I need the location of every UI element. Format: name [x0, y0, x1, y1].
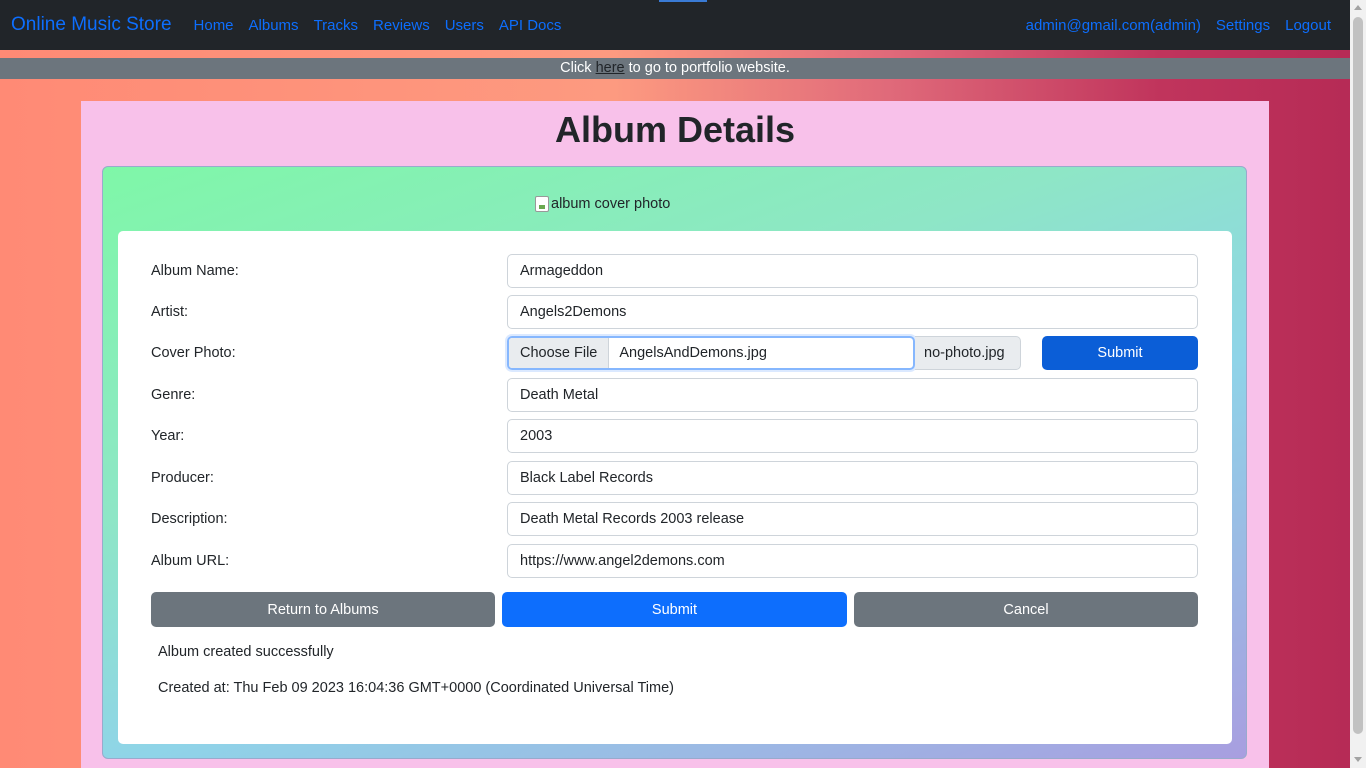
producer-input[interactable]	[507, 461, 1198, 495]
scrollbar-thumb[interactable]	[1353, 17, 1363, 734]
settings-link[interactable]: Settings	[1216, 17, 1270, 34]
current-cover-filename: no-photo.jpg	[915, 336, 1021, 370]
vertical-scrollbar[interactable]	[1350, 0, 1366, 768]
album-name-row: Album Name:	[151, 254, 1199, 288]
album-cover-image: album cover photo	[535, 196, 670, 212]
producer-label: Producer:	[151, 470, 214, 486]
description-label: Description:	[151, 511, 228, 527]
artist-row: Artist:	[151, 295, 1199, 329]
nav-api-docs-link[interactable]: API Docs	[499, 17, 562, 34]
nav-users-link[interactable]: Users	[445, 17, 484, 34]
nav-home-link[interactable]: Home	[194, 17, 234, 34]
album-url-input[interactable]	[507, 544, 1198, 578]
brand-link[interactable]: Online Music Store	[11, 14, 172, 36]
album-card: album cover photo Album Name: Artist: Co…	[102, 166, 1247, 759]
portfolio-banner: Click here to go to portfolio website.	[0, 58, 1350, 79]
album-details-page: Album Details album cover photo Album Na…	[81, 101, 1269, 768]
album-name-input[interactable]	[507, 254, 1198, 288]
cancel-button[interactable]: Cancel	[854, 592, 1198, 627]
album-url-label: Album URL:	[151, 553, 230, 569]
cover-photo-file-input[interactable]: Choose File AngelsAndDemons.jpg	[507, 336, 915, 370]
description-input[interactable]	[507, 502, 1198, 536]
year-label: Year:	[151, 428, 185, 444]
nav-right-group: admin@gmail.com(admin) Settings Logout	[1011, 17, 1350, 34]
producer-row: Producer:	[151, 461, 1199, 495]
top-navbar: Online Music Store Home Albums Tracks Re…	[0, 0, 1350, 50]
artist-label: Artist:	[151, 304, 189, 320]
genre-input[interactable]	[507, 378, 1198, 412]
year-input[interactable]	[507, 419, 1198, 453]
cover-photo-label: Cover Photo:	[151, 345, 236, 361]
album-url-row: Album URL:	[151, 544, 1199, 578]
nav-albums-link[interactable]: Albums	[249, 17, 299, 34]
cover-photo-row: Cover Photo: Choose File AngelsAndDemons…	[151, 336, 1199, 370]
nav-active-indicator	[659, 0, 707, 2]
year-row: Year:	[151, 419, 1199, 453]
user-account-link[interactable]: admin@gmail.com(admin)	[1026, 17, 1201, 34]
genre-row: Genre:	[151, 378, 1199, 412]
return-to-albums-button[interactable]: Return to Albums	[151, 592, 495, 627]
scroll-down-arrow-icon[interactable]	[1354, 757, 1362, 762]
nav-tracks-link[interactable]: Tracks	[314, 17, 358, 34]
banner-prefix: Click	[560, 60, 596, 76]
genre-label: Genre:	[151, 387, 196, 403]
submit-button[interactable]: Submit	[502, 592, 847, 627]
created-at-text: Created at: Thu Feb 09 2023 16:04:36 GMT…	[158, 680, 674, 696]
nav-reviews-link[interactable]: Reviews	[373, 17, 430, 34]
album-form: Album Name: Artist: Cover Photo: Choose …	[118, 231, 1232, 744]
broken-image-icon	[535, 196, 549, 212]
banner-suffix: to go to portfolio website.	[624, 60, 790, 76]
artist-input[interactable]	[507, 295, 1198, 329]
album-name-label: Album Name:	[151, 263, 239, 279]
choose-file-button[interactable]: Choose File	[509, 338, 610, 368]
scroll-up-arrow-icon[interactable]	[1354, 5, 1362, 10]
selected-file-name: AngelsAndDemons.jpg	[609, 338, 777, 368]
logout-link[interactable]: Logout	[1285, 17, 1331, 34]
status-message: Album created successfully	[158, 644, 334, 660]
portfolio-link[interactable]: here	[596, 60, 625, 76]
upload-cover-submit-button[interactable]: Submit	[1042, 336, 1198, 370]
cover-alt-text: album cover photo	[551, 196, 671, 212]
description-row: Description:	[151, 502, 1199, 536]
page-title: Album Details	[554, 109, 796, 150]
